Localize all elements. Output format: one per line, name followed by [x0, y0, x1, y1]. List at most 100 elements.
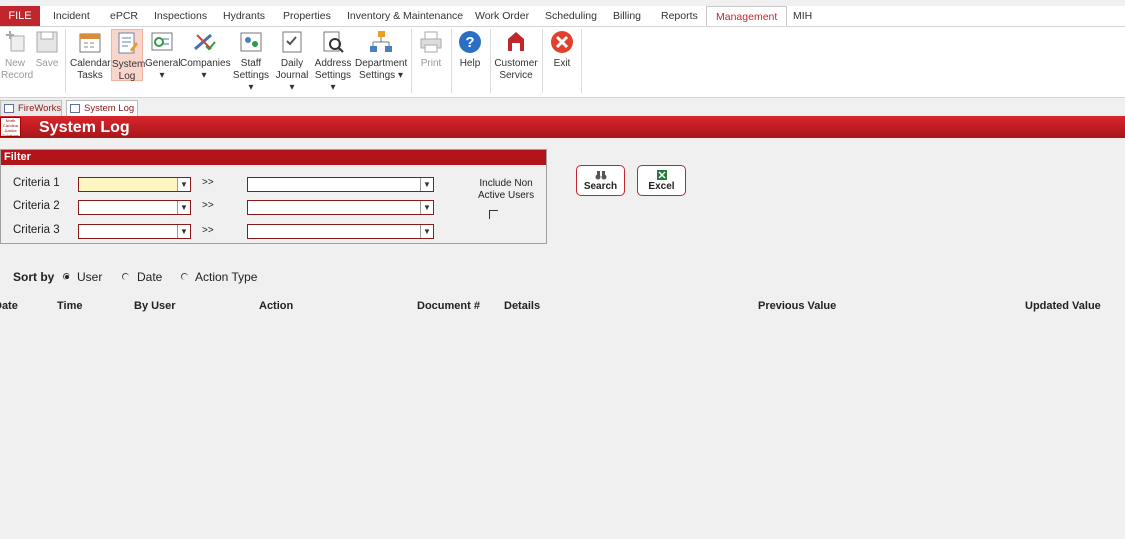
criteria-1-label: Criteria 1 [13, 177, 60, 189]
customer-service-icon [508, 32, 524, 51]
menu-bar: FILE Incident ePCR Inspections Hydrants … [0, 6, 1125, 27]
new-record-label-2: Record [1, 70, 34, 81]
column-header-action: Action [259, 300, 294, 312]
sort-user-radio[interactable] [63, 273, 70, 280]
search-button[interactable]: Search [576, 165, 625, 196]
criteria-1-field-select[interactable]: ▼ [78, 177, 191, 192]
ribbon-separator [542, 29, 543, 93]
department-settings-button[interactable]: Department Settings ▾ [355, 29, 407, 82]
column-header-updated-value: Updated Value [1025, 300, 1101, 312]
column-header-details: Details [504, 300, 541, 312]
sort-by-label: Sort by [13, 270, 55, 284]
general-button[interactable]: General ▾ [145, 29, 181, 82]
companies-label: Companies [180, 58, 231, 69]
include-non-active-label-2: Active Users [478, 190, 535, 201]
excel-icon [656, 170, 667, 180]
tab-incident[interactable]: Incident [53, 6, 90, 26]
tab-epcr[interactable]: ePCR [110, 6, 138, 26]
tab-inspections[interactable]: Inspections [154, 6, 207, 26]
calendar-icon [79, 33, 101, 53]
tab-billing[interactable]: Billing [613, 6, 641, 26]
criteria-3-separator: >> [202, 225, 214, 236]
address-settings-icon [323, 31, 344, 53]
excel-button[interactable]: Excel [637, 165, 686, 196]
tab-inventory-maintenance[interactable]: Inventory & Maintenance [347, 6, 463, 26]
companies-button[interactable]: Companies ▾ [180, 29, 231, 82]
page-title: System Log [39, 119, 130, 136]
doc-tab-label: System Log [84, 103, 135, 114]
tab-work-order[interactable]: Work Order [475, 6, 529, 26]
criteria-2-value-select[interactable]: ▼ [247, 200, 434, 215]
form-icon [4, 104, 14, 113]
chevron-down-icon[interactable]: ▼ [177, 225, 190, 238]
tab-hydrants[interactable]: Hydrants [223, 6, 265, 26]
staff-settings-button[interactable]: Staff Settings ▾ [230, 29, 272, 94]
customer-service-button[interactable]: Customer Service [494, 29, 538, 82]
print-label: Print [420, 58, 442, 69]
companies-icon [194, 33, 216, 51]
new-record-button[interactable]: New Record [1, 29, 33, 82]
chevron-down-icon[interactable]: ▼ [420, 178, 433, 191]
doc-tab-label: FireWorks [18, 103, 62, 114]
chevron-down-icon[interactable]: ▼ [420, 201, 433, 214]
department-settings-label-2: Settings ▾ [359, 70, 403, 81]
print-button[interactable]: Print [416, 29, 446, 70]
address-settings-label-2: Settings ▾ [314, 70, 352, 93]
sort-date-label[interactable]: Date [137, 270, 162, 284]
column-header-previous-value: Previous Value [758, 300, 837, 312]
new-record-label-1: New [4, 58, 25, 69]
include-non-active-label: Include Non Active Users [478, 178, 534, 202]
file-menu[interactable]: FILE [0, 6, 40, 26]
doc-tab-system-log[interactable]: System Log [66, 100, 138, 116]
staff-settings-label-2: Settings ▾ [232, 70, 270, 93]
tab-scheduling[interactable]: Scheduling [545, 6, 597, 26]
doc-tab-fireworks[interactable]: FireWorks [0, 100, 62, 116]
tab-properties[interactable]: Properties [283, 6, 331, 26]
criteria-2-field-select[interactable]: ▼ [78, 200, 191, 215]
help-button[interactable]: ? Help [455, 29, 485, 70]
help-label: Help [459, 58, 481, 69]
criteria-3-value-select[interactable]: ▼ [247, 224, 434, 239]
system-log-button[interactable]: System Log [111, 29, 146, 82]
daily-journal-label-1: Daily [280, 58, 304, 69]
title-banner: North Carolina Justice Solutions System … [0, 116, 1125, 138]
address-settings-label-1: Address [314, 58, 352, 69]
system-log-label-1: System [112, 59, 146, 70]
sort-action-type-radio[interactable] [181, 273, 188, 280]
tab-mih[interactable]: MIH [793, 6, 812, 26]
chevron-down-icon[interactable]: ▼ [177, 201, 190, 214]
print-icon [420, 31, 442, 53]
calendar-tasks-button[interactable]: Calendar Tasks [70, 29, 111, 82]
svg-text:?: ? [465, 34, 474, 51]
criteria-2-label: Criteria 2 [13, 200, 60, 212]
sort-date-radio[interactable] [122, 273, 129, 280]
sort-user-label[interactable]: User [77, 270, 102, 284]
general-label: General [145, 58, 181, 69]
chevron-down-icon[interactable]: ▼ [420, 225, 433, 238]
department-settings-icon [370, 31, 392, 52]
column-header-document-number: Document # [417, 300, 480, 312]
exit-button[interactable]: Exit [547, 29, 577, 70]
daily-journal-button[interactable]: Daily Journal ▾ [273, 29, 311, 94]
criteria-3-field-select[interactable]: ▼ [78, 224, 191, 239]
sort-action-type-label[interactable]: Action Type [195, 270, 257, 284]
ribbon-separator [451, 29, 452, 93]
tab-management[interactable]: Management [706, 6, 788, 27]
address-settings-button[interactable]: Address Settings ▾ [312, 29, 354, 94]
save-button[interactable]: Save [33, 29, 61, 70]
filter-panel: Filter Criteria 1 ▼ >> ▼ Criteria 2 ▼ >>… [0, 149, 547, 244]
criteria-1-value-select[interactable]: ▼ [247, 177, 434, 192]
system-log-icon [118, 32, 138, 54]
exit-icon [551, 31, 573, 53]
ribbon-separator [65, 29, 66, 93]
department-settings-label-1: Department [355, 58, 408, 69]
excel-button-label: Excel [648, 181, 675, 192]
include-non-active-label-1: Include Non [479, 178, 533, 189]
general-dropdown-arrow: ▾ [159, 70, 165, 81]
filter-header: Filter [1, 150, 546, 165]
chevron-down-icon[interactable]: ▼ [177, 178, 190, 191]
tab-reports[interactable]: Reports [661, 6, 698, 26]
column-header-time: Time [57, 300, 83, 312]
include-non-active-checkbox[interactable] [489, 210, 498, 219]
criteria-1-separator: >> [202, 177, 214, 188]
